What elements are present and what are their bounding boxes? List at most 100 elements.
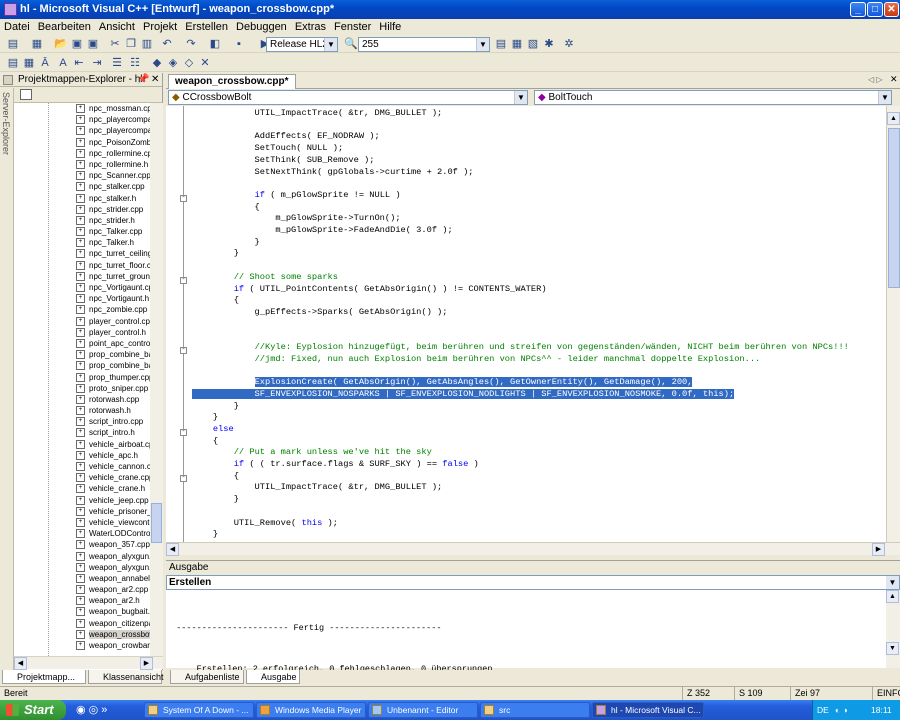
indent-icon[interactable]: ⇥ xyxy=(90,56,104,70)
toolbox-icon[interactable]: ▧ xyxy=(526,37,540,51)
object-browser-icon[interactable]: ▤ xyxy=(6,56,20,70)
scroll-up-icon[interactable]: ▲ xyxy=(887,112,900,125)
file-tree-item[interactable]: + vehicle_prisoner_p xyxy=(14,506,150,517)
add-item-icon[interactable]: ▦ xyxy=(30,37,44,51)
file-tree-item[interactable]: + weapon_bugbait.c xyxy=(14,606,150,617)
file-tree-item[interactable]: + point_apc_controll xyxy=(14,338,150,349)
bookmark-toggle-icon[interactable]: ◆ xyxy=(150,56,164,70)
task-media-player[interactable]: Windows Media Player xyxy=(256,702,366,718)
cut-icon[interactable]: ✂ xyxy=(108,37,122,51)
file-tree-item[interactable]: + npc_playercompar xyxy=(14,125,150,136)
paste-icon[interactable]: ▥ xyxy=(140,37,154,51)
scroll-left-icon[interactable]: ◀ xyxy=(166,543,179,556)
file-tree-item[interactable]: + npc_Scanner.cpp xyxy=(14,170,150,181)
tab-scroll-icon[interactable]: ◁ ▷ xyxy=(868,75,883,84)
close-button[interactable]: ✕ xyxy=(884,2,899,17)
file-tree-item[interactable]: + npc_stalker.cpp xyxy=(14,181,150,192)
task-src[interactable]: src xyxy=(480,702,590,718)
server-explorer-strip[interactable]: Server-Explorer xyxy=(0,88,14,670)
collapse-icon[interactable]: - xyxy=(180,475,187,482)
next-bookmark-icon[interactable]: ◈ xyxy=(166,56,180,70)
maximize-button[interactable]: □ xyxy=(867,2,883,17)
chevron-down-icon[interactable]: ▼ xyxy=(878,91,891,104)
file-tree-item[interactable]: + vehicle_viewcontrc xyxy=(14,517,150,528)
file-tree-item[interactable]: + WaterLODControl. xyxy=(14,528,150,539)
quicklaunch-icon[interactable]: ◉ ◎ » xyxy=(76,703,107,716)
new-project-icon[interactable]: ▤ xyxy=(6,37,20,51)
editor-horizontal-scrollbar[interactable]: ◀ ▶ xyxy=(166,542,900,556)
menu-fenster[interactable]: Fenster xyxy=(330,19,375,35)
prev-bookmark-icon[interactable]: ◇ xyxy=(182,56,196,70)
file-tree-item[interactable]: + weapon_ar2.h xyxy=(14,595,150,606)
editor-vertical-scrollbar[interactable]: ▲ xyxy=(886,106,900,542)
collapse-icon[interactable]: - xyxy=(180,347,187,354)
file-tree-item[interactable]: + weapon_alyxgun.h xyxy=(14,562,150,573)
file-tree-item[interactable]: + npc_zombie.cpp xyxy=(14,304,150,315)
close-document-icon[interactable]: ✕ xyxy=(890,74,898,85)
menu-extras[interactable]: Extras xyxy=(291,19,330,35)
minimize-button[interactable]: _ xyxy=(850,2,866,17)
menu-datei[interactable]: Datei xyxy=(0,19,34,35)
menu-debuggen[interactable]: Debuggen xyxy=(232,19,291,35)
file-tree-item[interactable]: + prop_combine_ball xyxy=(14,360,150,371)
close-pane-icon[interactable]: ✕ xyxy=(151,73,159,87)
bookmark-icon[interactable]: ▪ xyxy=(232,37,246,51)
file-tree-item[interactable]: + npc_turret_grounc xyxy=(14,271,150,282)
file-tree-item[interactable]: + vehicle_crane.h xyxy=(14,483,150,494)
tab-task-list[interactable]: Aufgabenliste xyxy=(170,670,244,684)
file-tree-item[interactable]: + weapon_crowbar.c xyxy=(14,640,150,651)
collapse-icon[interactable]: - xyxy=(180,195,187,202)
file-tree-item[interactable]: + npc_Talker.h xyxy=(14,237,150,248)
code-editor[interactable]: - - - - - UTIL_ImpactTrace( &tr, DMG_BUL… xyxy=(166,106,886,542)
file-tree-item[interactable]: + npc_turret_floor.c xyxy=(14,260,150,271)
file-tree-item[interactable]: + script_intro.h xyxy=(14,427,150,438)
task-system-of-a-down[interactable]: System Of A Down - ... xyxy=(144,702,254,718)
file-tree-item[interactable]: + weapon_357.cpp xyxy=(14,539,150,550)
chevron-down-icon[interactable]: ▼ xyxy=(886,576,899,589)
task-visual-cpp[interactable]: hl - Microsoft Visual C... xyxy=(592,702,704,718)
file-tree-item[interactable]: + weapon_crossbow xyxy=(14,629,150,640)
menu-hilfe[interactable]: Hilfe xyxy=(375,19,405,35)
scroll-right-icon[interactable]: ▶ xyxy=(872,543,885,556)
collapse-icon[interactable]: - xyxy=(180,429,187,436)
output-vertical-scrollbar[interactable]: ▲ ▼ xyxy=(886,590,900,668)
file-tree-item[interactable]: + npc_playercompar xyxy=(14,114,150,125)
file-tree-item[interactable]: + vehicle_crane.cpp xyxy=(14,472,150,483)
menu-erstellen[interactable]: Erstellen xyxy=(181,19,232,35)
find-combo[interactable]: 255 ▼ xyxy=(358,37,490,52)
file-tree-item[interactable]: + npc_Vortigaunt.cp xyxy=(14,282,150,293)
explorer-vertical-scrollbar[interactable] xyxy=(150,103,163,656)
file-tree-item[interactable]: + npc_Vortigaunt.h xyxy=(14,293,150,304)
properties-icon[interactable]: ▦ xyxy=(510,37,524,51)
navigate-icon[interactable]: ◧ xyxy=(208,37,222,51)
quick-info-icon[interactable]: ▦ xyxy=(22,56,36,70)
file-tree-item[interactable]: + npc_PoisonZombie xyxy=(14,137,150,148)
file-tree-item[interactable]: + npc_mossman.cpp xyxy=(14,103,150,114)
param-info-icon[interactable]: Ā xyxy=(38,56,52,70)
file-tree-item[interactable]: + npc_rollermine.cpp xyxy=(14,148,150,159)
file-tree-item[interactable]: + npc_turret_ceiling. xyxy=(14,248,150,259)
file-tree-item[interactable]: + proto_sniper.cpp xyxy=(14,383,150,394)
tab-solution-explorer[interactable]: Projektmapp... xyxy=(2,670,86,684)
tab-class-view[interactable]: Klassenansicht xyxy=(88,670,164,684)
file-tree-item[interactable]: + npc_Talker.cpp xyxy=(14,226,150,237)
output-source-select[interactable]: Erstellen ▼ xyxy=(166,575,900,590)
complete-word-icon[interactable]: A xyxy=(56,56,70,70)
tab-output[interactable]: Ausgabe xyxy=(246,670,300,684)
menu-ansicht[interactable]: Ansicht xyxy=(95,19,139,35)
chevron-down-icon[interactable]: ▼ xyxy=(514,91,527,104)
properties-icon[interactable] xyxy=(20,89,32,100)
file-tree-item[interactable]: + weapon_annabelle xyxy=(14,573,150,584)
save-icon[interactable]: ▣ xyxy=(70,37,84,51)
scroll-up-icon[interactable]: ▲ xyxy=(886,590,899,603)
output-text[interactable]: ---------------------- Fertig ----------… xyxy=(166,590,886,674)
scroll-thumb[interactable] xyxy=(151,503,162,543)
file-tree-item[interactable]: + player_control.cpp xyxy=(14,316,150,327)
file-tree-item[interactable]: + npc_rollermine.h xyxy=(14,159,150,170)
scroll-right-icon[interactable]: ▶ xyxy=(140,657,153,670)
file-tree-item[interactable]: + player_control.h xyxy=(14,327,150,338)
method-select[interactable]: ◆ BoltTouch ▼ xyxy=(534,90,892,105)
uncomment-icon[interactable]: ☷ xyxy=(128,56,142,70)
collapse-icon[interactable]: - xyxy=(180,277,187,284)
file-tree-item[interactable]: + npc_strider.cpp xyxy=(14,204,150,215)
